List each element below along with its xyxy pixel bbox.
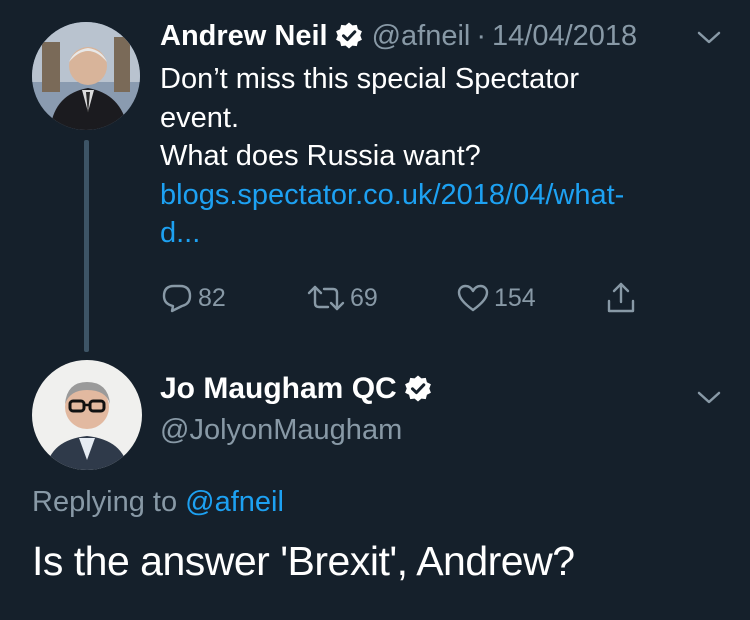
replying-to: Replying to @afneil [32, 486, 284, 519]
share-button[interactable] [604, 280, 638, 316]
tweet-text-line: event. [160, 101, 239, 134]
like-icon [456, 283, 490, 313]
reply-count: 82 [198, 283, 226, 312]
tweet-link[interactable]: blogs.spectator.co.uk/2018/04/what- [160, 176, 720, 215]
avatar-jo-maugham[interactable] [32, 360, 142, 470]
verified-badge-icon [334, 21, 364, 51]
author-name[interactable]: Jo Maugham QC [160, 372, 397, 406]
share-icon [604, 281, 638, 315]
author-handle[interactable]: @JolyonMaugham [160, 414, 402, 447]
tweet-date[interactable]: 14/04/2018 [492, 20, 637, 53]
author-handle[interactable]: @afneil [372, 20, 471, 53]
chevron-down-icon[interactable] [696, 390, 722, 406]
separator: · [476, 19, 487, 52]
avatar-andrew-neil[interactable] [32, 22, 140, 130]
tweet1-header: Andrew Neil @afneil · 14/04/2018 [160, 14, 637, 58]
avatar-image [32, 22, 140, 130]
thread-line [84, 140, 89, 352]
reply-button[interactable]: 82 [160, 280, 226, 316]
tweet2-header: Jo Maugham QC [160, 372, 441, 406]
tweet-link-continued[interactable]: d... [160, 214, 720, 253]
replying-to-handle[interactable]: @afneil [185, 486, 284, 518]
reply-icon [160, 283, 194, 313]
tweet-text-line: What does Russia want? [160, 140, 481, 172]
verified-badge-icon [403, 374, 433, 404]
tweet1-body: Don’t miss this special Spectator event.… [160, 60, 720, 253]
tweet2-body: Is the answer 'Brexit', Andrew? [32, 538, 575, 584]
retweet-icon [306, 283, 346, 313]
replying-prefix: Replying to [32, 486, 178, 518]
retweet-count: 69 [350, 283, 378, 312]
like-count: 154 [494, 283, 536, 312]
like-button[interactable]: 154 [456, 280, 536, 316]
avatar-image [32, 360, 142, 470]
tweet-text-line: Don’t miss this special Spectator [160, 63, 580, 95]
author-name[interactable]: Andrew Neil [160, 20, 328, 53]
retweet-button[interactable]: 69 [306, 280, 378, 316]
chevron-down-icon[interactable] [696, 30, 722, 46]
